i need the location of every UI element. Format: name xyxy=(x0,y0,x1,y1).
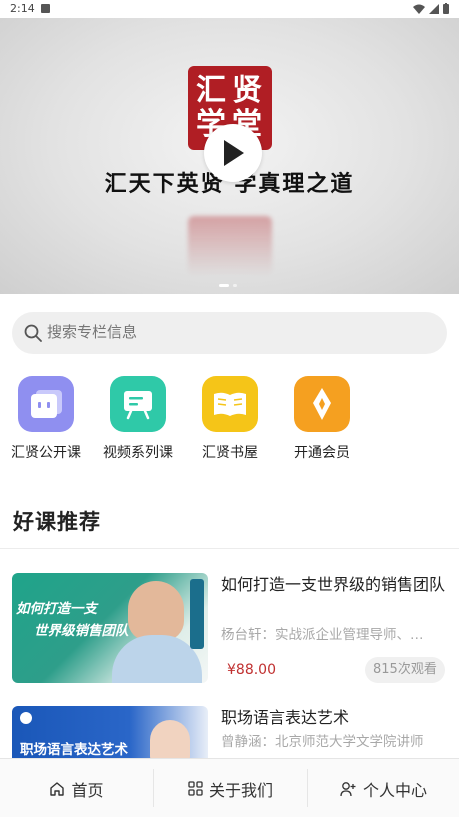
play-button[interactable] xyxy=(204,124,262,182)
course-price: ¥88.00 xyxy=(227,662,276,678)
tab-about-us[interactable]: 关于我们 xyxy=(154,759,307,817)
wifi-icon xyxy=(413,4,425,14)
tab-label: 个人中心 xyxy=(362,780,427,800)
tab-home[interactable]: 首页 xyxy=(0,759,153,817)
search-icon xyxy=(24,324,42,342)
course-title: 职场语言表达艺术 xyxy=(221,708,350,727)
section-title: 好课推荐 xyxy=(13,510,101,534)
tab-label: 关于我们 xyxy=(208,780,273,800)
instructor-photo xyxy=(128,581,184,641)
category-grid: 汇贤公开课 视频系列课 汇贤书屋 开通会员 xyxy=(0,376,459,466)
category-label: 汇贤公开课 xyxy=(11,445,81,461)
search-input[interactable] xyxy=(47,323,427,341)
video-series-icon xyxy=(110,376,166,432)
course-instructor: 曾静涵：北京师范大学文学院讲师 xyxy=(221,734,424,750)
category-label: 汇贤书屋 xyxy=(202,445,258,461)
category-label: 视频系列课 xyxy=(103,445,173,461)
course-title: 如何打造一支世界级的销售团队 xyxy=(221,575,446,594)
signal-icon xyxy=(429,3,439,14)
category-video-series[interactable]: 视频系列课 xyxy=(98,376,178,466)
course-instructor: 杨台轩：实战派企业管理导师、… xyxy=(221,627,424,643)
category-label: 开通会员 xyxy=(294,445,350,461)
bottom-tab-bar: 首页 关于我们 个人中心 xyxy=(0,758,459,817)
play-icon xyxy=(224,140,244,166)
carousel-dot-active xyxy=(219,284,229,287)
notification-icon xyxy=(41,4,50,13)
battery-icon xyxy=(443,3,449,14)
tab-label: 首页 xyxy=(71,780,104,800)
thumbnail-caption: 如何打造一支 xyxy=(16,601,97,617)
thumbnail-caption: 职场语言表达艺术 xyxy=(20,742,128,758)
category-bookstore[interactable]: 汇贤书屋 xyxy=(190,376,270,466)
status-time: 2:14 xyxy=(10,2,35,15)
book-icon xyxy=(202,376,258,432)
open-class-icon xyxy=(18,376,74,432)
grid-icon xyxy=(188,781,203,796)
course-card[interactable]: 职场语言表达艺术 职场语言表达艺术 曾静涵：北京师范大学文学院讲师 xyxy=(0,706,459,758)
home-icon xyxy=(50,781,65,796)
divider xyxy=(0,548,459,549)
logo-char: 贤 xyxy=(232,73,262,108)
carousel-dot xyxy=(233,284,237,287)
course-thumbnail: 如何打造一支 世界级销售团队 xyxy=(12,573,208,683)
logo-reflection xyxy=(188,216,272,276)
carousel-indicator xyxy=(219,284,237,287)
view-count-badge: 815次观看 xyxy=(365,657,445,683)
search-bar[interactable] xyxy=(12,312,447,354)
banner-carousel[interactable]: 汇 贤 学 堂 汇天下英贤 学真理之道 xyxy=(0,18,459,294)
membership-icon xyxy=(294,376,350,432)
thumbnail-banner xyxy=(190,579,204,649)
instructor-shirt xyxy=(112,635,202,683)
tab-profile[interactable]: 个人中心 xyxy=(308,759,459,817)
category-membership[interactable]: 开通会员 xyxy=(282,376,362,466)
thumbnail-caption: 世界级销售团队 xyxy=(34,623,129,639)
logo-char: 汇 xyxy=(196,73,226,108)
status-icons xyxy=(413,3,449,14)
instructor-photo xyxy=(150,720,190,758)
course-thumbnail: 职场语言表达艺术 xyxy=(12,706,208,758)
user-add-icon xyxy=(340,781,356,796)
course-card[interactable]: 如何打造一支 世界级销售团队 如何打造一支世界级的销售团队 杨台轩：实战派企业管… xyxy=(0,573,459,688)
thumbnail-badge-icon xyxy=(20,712,32,724)
status-bar: 2:14 xyxy=(0,0,459,18)
category-open-class[interactable]: 汇贤公开课 xyxy=(6,376,86,466)
